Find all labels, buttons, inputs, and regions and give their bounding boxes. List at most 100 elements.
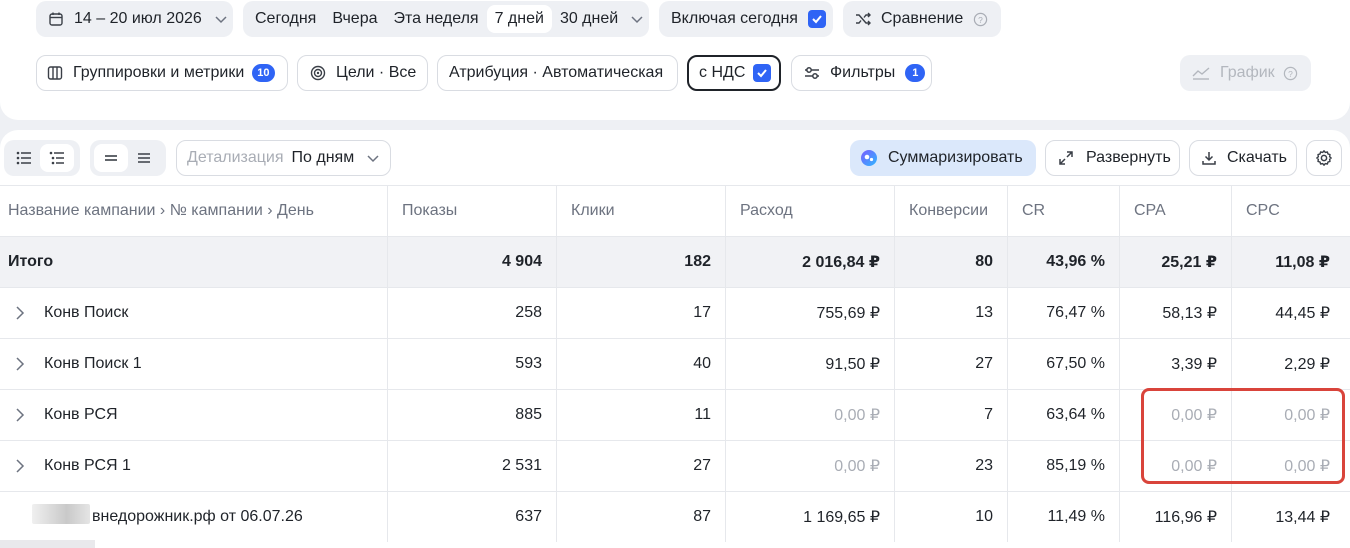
redacted-area — [32, 504, 90, 524]
period-30-days[interactable]: 30 дней — [552, 5, 626, 33]
header-impressions[interactable]: Показы — [388, 186, 557, 236]
period-7-days[interactable]: 7 дней — [486, 5, 552, 33]
table-row[interactable]: Конв Поиск 1 593 40 91,50 ₽ 27 67,50 % 3… — [0, 338, 1350, 389]
date-range-label: 14 – 20 июл 2026 — [74, 10, 202, 27]
detail-value: По дням — [291, 149, 355, 166]
table-cell: 11,49 % — [1008, 492, 1120, 542]
calendar-icon — [48, 11, 64, 27]
chevron-right-icon[interactable] — [8, 459, 32, 473]
groupings-metrics-button[interactable]: Группировки и метрики 10 — [36, 55, 288, 91]
total-cell: 25,21 ₽ — [1120, 237, 1232, 287]
goals-button[interactable]: Цели · Все — [297, 55, 428, 91]
include-today-label: Включая сегодня — [671, 10, 798, 27]
table-row[interactable]: Конв Поиск 258 17 755,69 ₽ 13 76,47 % 58… — [0, 287, 1350, 338]
table-cell: 0,00 ₽ — [726, 390, 895, 440]
density-comfort-icon[interactable] — [128, 144, 160, 172]
svg-text:?: ? — [1288, 68, 1293, 78]
table-row[interactable]: Конв РСЯ 1 2 531 27 0,00 ₽ 23 85,19 % 0,… — [0, 440, 1350, 491]
attribution-button[interactable]: Атрибуция · Автоматическая — [437, 55, 678, 91]
total-cell: 4 904 — [388, 237, 557, 287]
chart-icon — [1192, 66, 1210, 80]
filters-count-badge: 1 — [905, 64, 926, 82]
table-row[interactable]: Конв РСЯ 885 11 0,00 ₽ 7 63,64 % 0,00 ₽ … — [0, 389, 1350, 440]
ai-sparkle-icon — [860, 149, 878, 167]
chart-button[interactable]: График ? — [1180, 55, 1311, 91]
table-cell: 0,00 ₽ — [1284, 407, 1330, 424]
table-cell: 885 — [388, 390, 557, 440]
table-cell: 91,50 ₽ — [726, 339, 895, 389]
chevron-right-icon[interactable] — [8, 357, 32, 371]
table-cell: 116,96 ₽ — [1120, 492, 1232, 542]
table-cell: 13 — [895, 288, 1008, 338]
download-label: Скачать — [1227, 149, 1287, 166]
chevron-down-icon — [214, 12, 228, 26]
header-cpc[interactable]: CPC — [1232, 186, 1350, 236]
table-cell: 23 — [895, 441, 1008, 491]
chevron-down-icon[interactable] — [630, 12, 644, 26]
gear-icon — [1315, 149, 1333, 167]
period-switch: Сегодня Вчера Эта неделя 7 дней 30 дней — [243, 1, 649, 37]
settings-button[interactable] — [1306, 140, 1342, 176]
download-button[interactable]: Скачать — [1189, 140, 1297, 176]
table-cell: 0,00 ₽ — [1284, 458, 1330, 475]
header-cr[interactable]: CR — [1008, 186, 1120, 236]
campaign-name: Конв Поиск 1 — [44, 355, 142, 372]
header-clicks[interactable]: Клики — [557, 186, 726, 236]
groupings-label: Группировки и метрики — [73, 64, 245, 81]
table-cell: 1 169,65 ₽ — [726, 492, 895, 542]
table-cell: 0,00 ₽ — [1120, 390, 1232, 440]
table-row[interactable]: внедорожник.рф от 06.07.26 637 87 1 169,… — [0, 491, 1350, 542]
vat-toggle[interactable]: с НДС — [687, 55, 781, 91]
header-conversions[interactable]: Конверсии — [895, 186, 1008, 236]
campaign-name: Конв РСЯ 1 — [44, 457, 131, 474]
total-label: Итого — [0, 237, 388, 287]
table-cell: 0,00 ₽ — [726, 441, 895, 491]
summarize-button[interactable]: Суммаризировать — [850, 140, 1036, 176]
period-today[interactable]: Сегодня — [247, 5, 324, 33]
checkbox-checked-icon[interactable] — [807, 10, 826, 28]
chevron-right-icon[interactable] — [8, 408, 32, 422]
expand-button[interactable]: Развернуть — [1045, 140, 1180, 176]
density-compact-icon[interactable] — [94, 144, 128, 172]
campaign-name: внедорожник.рф от 06.07.26 — [92, 508, 303, 525]
help-icon[interactable]: ? — [1283, 66, 1298, 81]
tree-view-icon[interactable] — [40, 144, 74, 172]
table-cell: 0,00 ₽ — [1120, 441, 1232, 491]
header-cost[interactable]: Расход — [726, 186, 895, 236]
svg-text:?: ? — [978, 14, 983, 24]
campaign-cell: Конв РСЯ — [0, 390, 388, 440]
list-view-icon[interactable] — [8, 144, 40, 172]
table-cell: 755,69 ₽ — [726, 288, 895, 338]
campaign-name: Конв РСЯ — [44, 406, 118, 423]
chart-label: График — [1220, 64, 1275, 81]
campaign-name: Конв Поиск — [44, 304, 129, 321]
table-cell: 11 — [557, 390, 726, 440]
chevron-right-icon[interactable] — [8, 306, 32, 320]
date-range-picker[interactable]: 14 – 20 июл 2026 — [36, 1, 233, 37]
table-cell: 87 — [557, 492, 726, 542]
view-mode-switch — [4, 140, 80, 176]
filters-button[interactable]: Фильтры 1 — [791, 55, 932, 91]
campaign-cell: Конв Поиск 1 — [0, 339, 388, 389]
detail-select[interactable]: Детализация По дням — [176, 140, 391, 176]
help-icon[interactable]: ? — [973, 12, 988, 27]
table-cell: 40 — [557, 339, 726, 389]
goals-label: Цели · Все — [336, 64, 417, 81]
total-cell: 80 — [895, 237, 1008, 287]
vat-label: с НДС — [699, 64, 746, 81]
period-yesterday[interactable]: Вчера — [324, 5, 385, 33]
total-cell: 11,08 ₽ — [1275, 254, 1330, 271]
checkbox-checked-icon[interactable] — [753, 64, 772, 82]
total-cell: 43,96 % — [1008, 237, 1120, 287]
table-cell: 76,47 % — [1008, 288, 1120, 338]
include-today-toggle[interactable]: Включая сегодня — [659, 1, 833, 37]
header-cpa[interactable]: CPA — [1120, 186, 1232, 236]
period-this-week[interactable]: Эта неделя — [386, 5, 487, 33]
table-cell: 258 — [388, 288, 557, 338]
table-cell: 2 531 — [388, 441, 557, 491]
header-campaign[interactable]: Название кампании › № кампании › День — [0, 186, 388, 236]
chevron-down-icon — [366, 151, 380, 165]
table-cell: 13,44 ₽ — [1275, 509, 1330, 526]
compare-button[interactable]: Сравнение ? — [843, 1, 1001, 37]
expand-arrows-icon — [1058, 150, 1074, 166]
